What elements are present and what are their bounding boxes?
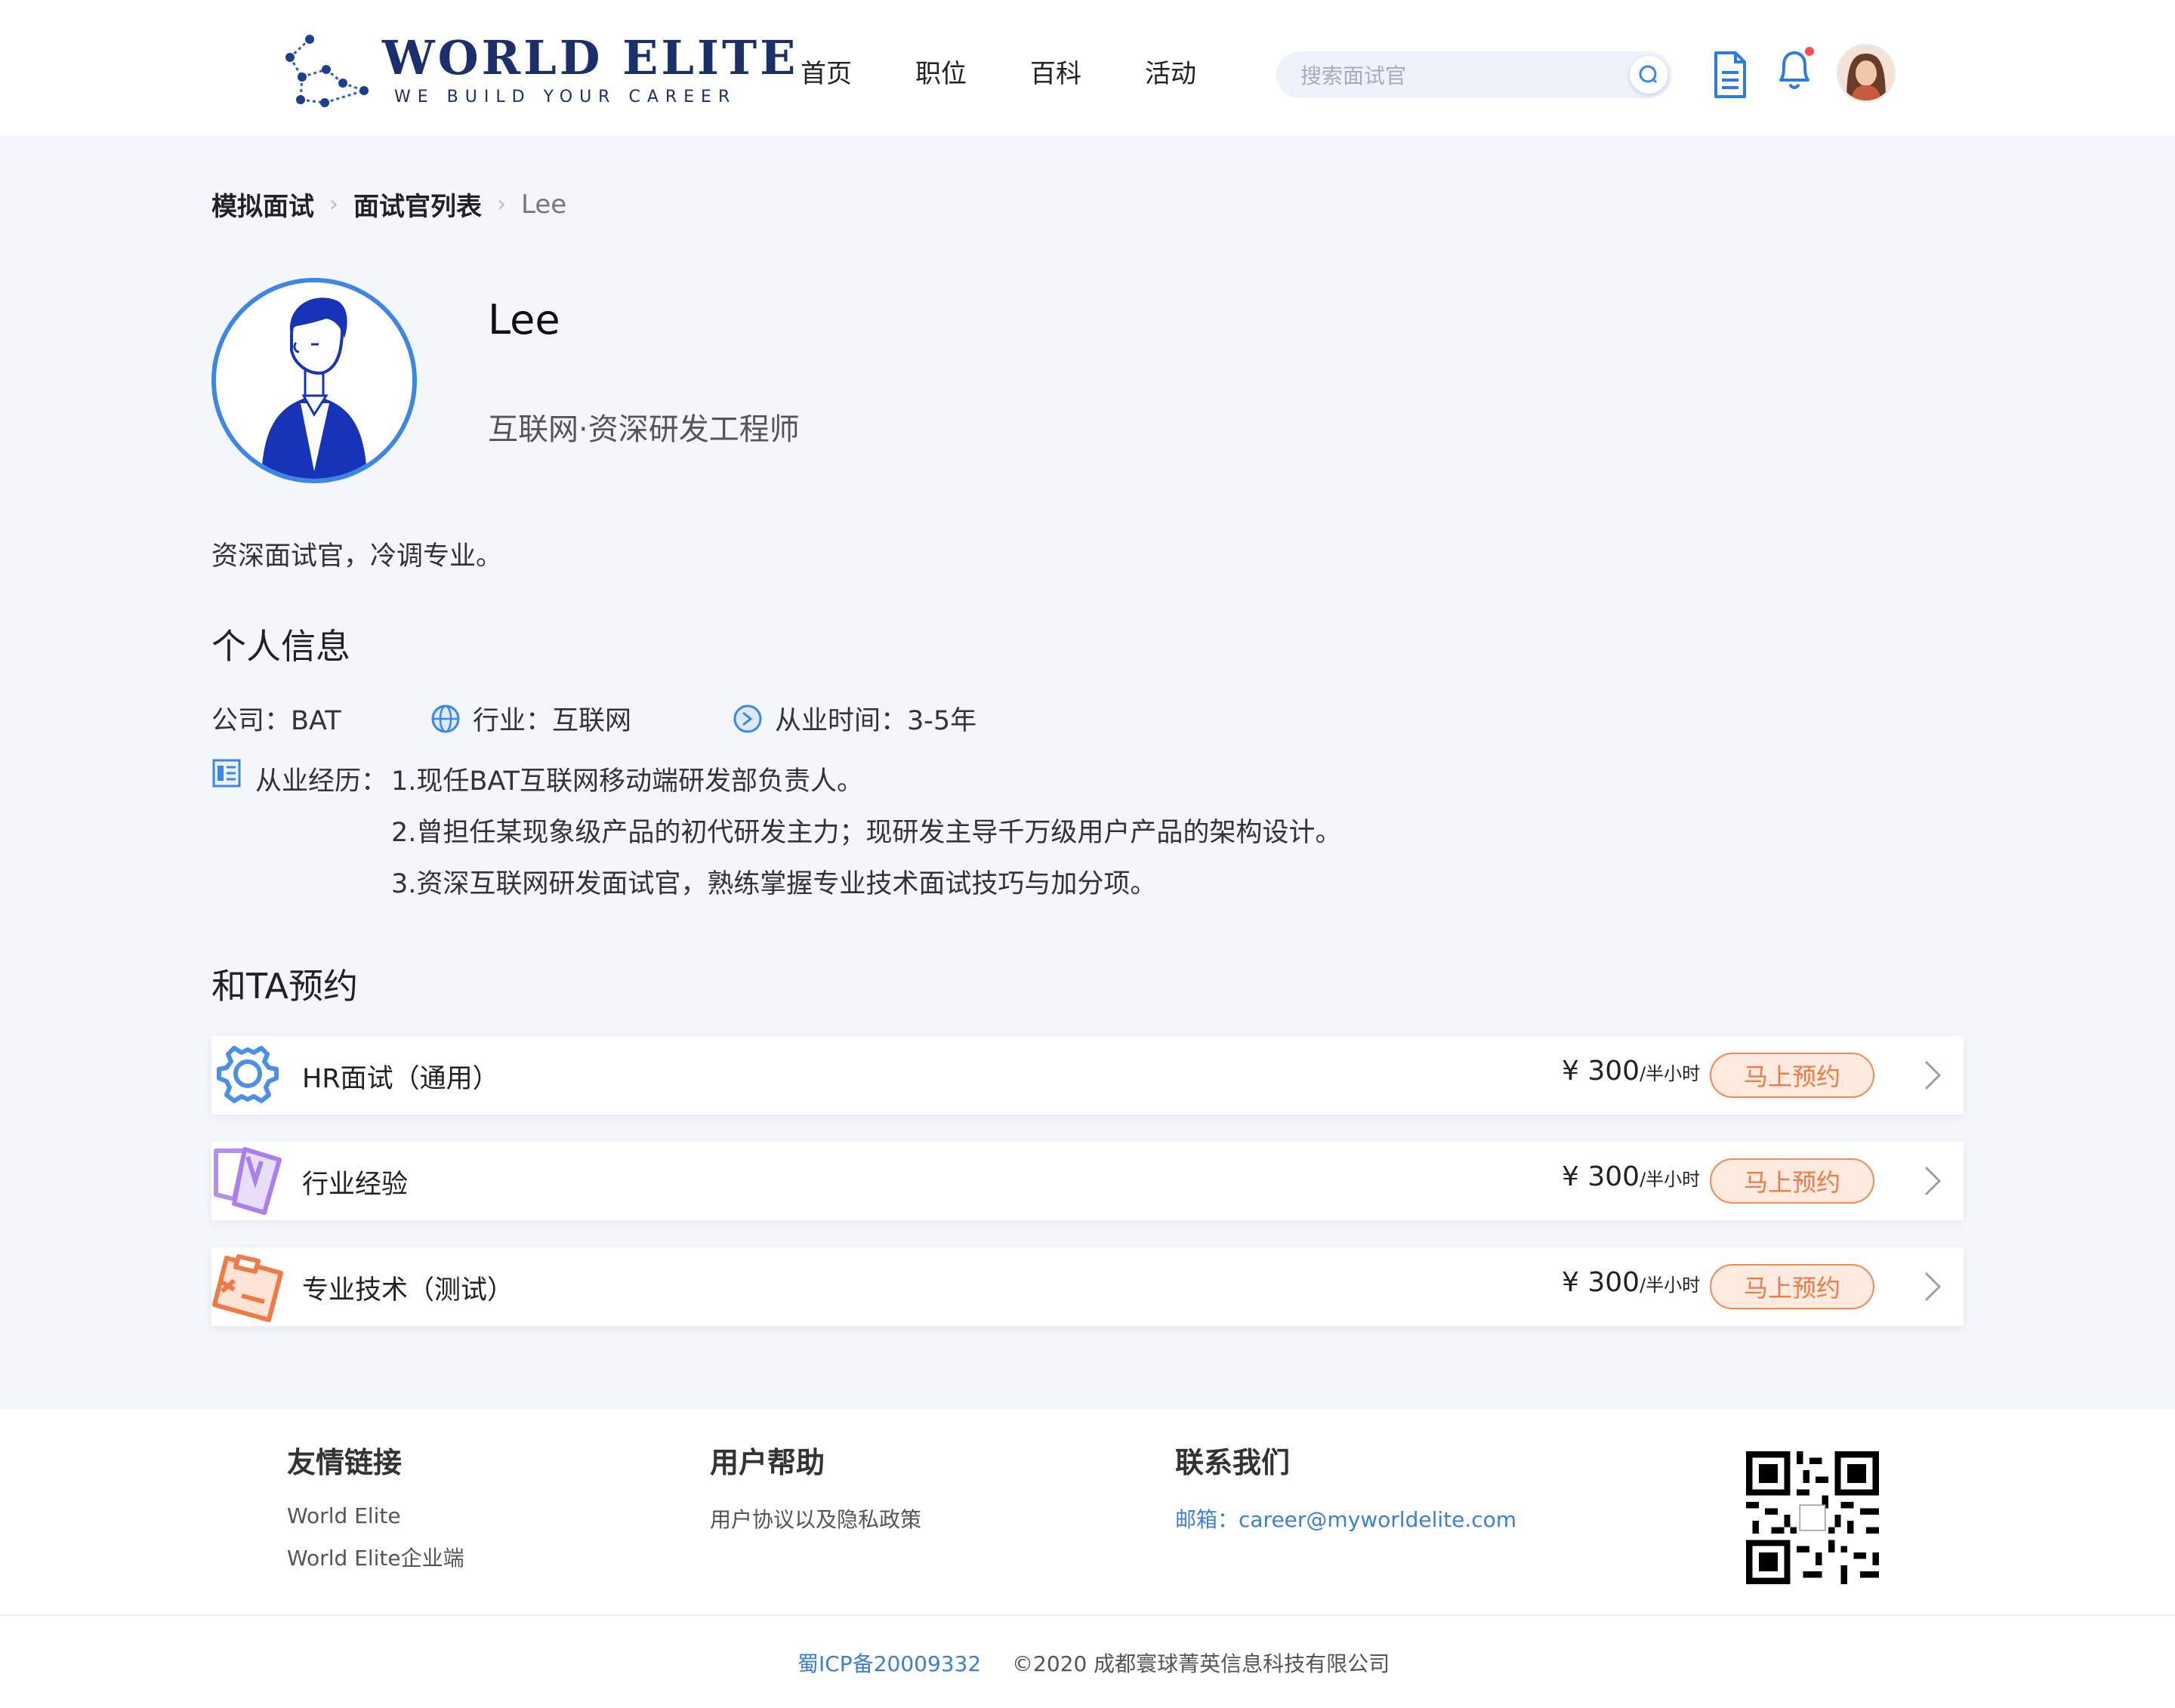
footer-email-link[interactable]: 邮箱：career@myworldelite.com	[1175, 1503, 1516, 1534]
breadcrumb-current: Lee	[521, 189, 567, 220]
personal-info-heading: 个人信息	[211, 626, 350, 667]
service-price: ¥ 300/半小时	[1562, 1267, 1700, 1298]
search-button[interactable]	[1630, 56, 1668, 94]
logo-subtitle: WE BUILD YOUR CAREER	[394, 88, 737, 106]
notification-bell-icon[interactable]	[1772, 45, 1817, 95]
footer-link-world-elite[interactable]: World Elite	[287, 1503, 464, 1528]
price-amount: ¥ 300	[1562, 1161, 1640, 1192]
service-price: ¥ 300/半小时	[1562, 1056, 1700, 1087]
breadcrumb-interviewer-list[interactable]: 面试官列表	[353, 186, 482, 223]
info-industry-item: 行业：互联网	[430, 699, 733, 738]
interviewer-name: Lee	[488, 296, 560, 344]
user-avatar-image	[1839, 46, 1893, 100]
interviewer-title: 互联网·资深研发工程师	[488, 412, 800, 447]
clock-icon	[733, 704, 762, 732]
resume-list-icon	[212, 759, 241, 788]
user-avatar[interactable]	[1837, 44, 1896, 103]
price-unit: /半小时	[1640, 1063, 1701, 1084]
info-years-item: 从业时间：3-5年	[733, 699, 976, 738]
footer-link-enterprise[interactable]: World Elite企业端	[287, 1542, 464, 1572]
gear-icon	[217, 1046, 279, 1103]
book-now-button[interactable]: 马上预约	[1710, 1053, 1874, 1098]
search-box	[1276, 51, 1672, 100]
footer-help-column: 用户帮助 用户协议以及隐私政策	[710, 1439, 921, 1547]
breadcrumb: 模拟面试 › 面试官列表 › Lee	[211, 186, 566, 223]
booking-heading: 和TA预约	[211, 966, 358, 1007]
book-now-button[interactable]: 马上预约	[1710, 1158, 1874, 1204]
search-icon	[1639, 65, 1658, 84]
chevron-right-icon[interactable]	[1923, 1059, 1942, 1092]
nav-jobs[interactable]: 职位	[915, 53, 1030, 90]
info-years: 从业时间：3-5年	[775, 706, 977, 736]
top-header: WORLD ELITE WE BUILD YOUR CAREER 首页 职位 百…	[0, 0, 2175, 136]
price-amount: ¥ 300	[1562, 1267, 1640, 1298]
footer-links-heading: 友情链接	[287, 1446, 403, 1479]
logo-title: WORLD ELITE	[382, 30, 799, 85]
service-name: HR面试（通用）	[302, 1064, 499, 1094]
copyright-text: ©2020 成都寰球菁英信息科技有限公司	[1012, 1651, 1390, 1676]
experience-line-1: 1.现任BAT互联网移动端研发部负责人。	[391, 766, 864, 797]
globe-icon	[431, 704, 460, 732]
book-now-button[interactable]: 马上预约	[1710, 1264, 1874, 1309]
price-amount: ¥ 300	[1562, 1056, 1640, 1087]
service-price: ¥ 300/半小时	[1562, 1161, 1700, 1192]
service-row-industry[interactable]: 行业经验 ¥ 300/半小时 马上预约	[211, 1142, 1964, 1220]
info-row: 公司：BAT 行业：互联网 从业时间：3-5年	[211, 699, 976, 738]
tag-icon	[214, 1147, 282, 1215]
document-icon[interactable]	[1707, 50, 1752, 100]
logo[interactable]: WORLD ELITE WE BUILD YOUR CAREER	[279, 30, 795, 113]
service-name: 行业经验	[302, 1170, 409, 1200]
qr-code-image	[1746, 1451, 1879, 1584]
footer-link-privacy[interactable]: 用户协议以及隐私政策	[710, 1503, 921, 1534]
chevron-right-icon[interactable]	[1923, 1270, 1942, 1303]
service-row-hr[interactable]: HR面试（通用） ¥ 300/半小时 马上预约	[211, 1036, 1964, 1115]
footer: 友情链接 World Elite World Elite企业端 用户帮助 用户协…	[0, 1409, 2175, 1708]
breadcrumb-mock-interview[interactable]: 模拟面试	[211, 186, 314, 223]
nav-wiki[interactable]: 百科	[1030, 53, 1145, 90]
info-industry: 行业：互联网	[473, 706, 632, 736]
interviewer-description: 资深面试官，冷调专业。	[211, 541, 503, 572]
footer-divider	[0, 1614, 2175, 1616]
chevron-right-icon[interactable]	[1923, 1164, 1942, 1198]
nav-home[interactable]: 首页	[801, 53, 915, 90]
notification-dot	[1805, 47, 1814, 56]
chevron-right-icon: ›	[329, 191, 338, 217]
price-unit: /半小时	[1640, 1169, 1701, 1190]
experience-label: 从业经历：	[255, 766, 388, 797]
footer-contact-column: 联系我们 邮箱：career@myworldelite.com	[1175, 1439, 1516, 1534]
logo-molecule-icon	[285, 35, 369, 107]
footer-help-heading: 用户帮助	[710, 1446, 825, 1479]
chevron-right-icon: ›	[497, 191, 506, 217]
footer-links-column: 友情链接 World Elite World Elite企业端	[287, 1439, 464, 1586]
service-name: 专业技术（测试）	[302, 1275, 514, 1306]
interviewer-avatar	[211, 278, 417, 483]
service-row-tech[interactable]: 专业技术（测试） ¥ 300/半小时 马上预约	[211, 1247, 1964, 1326]
search-input[interactable]	[1299, 51, 1604, 100]
info-company: 公司：BAT	[211, 706, 341, 736]
nav-events[interactable]: 活动	[1145, 53, 1260, 90]
icp-link[interactable]: 蜀ICP备20009332	[798, 1648, 981, 1678]
footer-contact-heading: 联系我们	[1175, 1446, 1291, 1479]
main-nav: 首页 职位 百科 活动	[801, 53, 1260, 90]
price-unit: /半小时	[1640, 1275, 1701, 1296]
interviewer-avatar-illustration	[216, 282, 412, 479]
experience-line-2: 2.曾担任某现象级产品的初代研发主力；现研发主导千万级用户产品的架构设计。	[391, 818, 1342, 848]
experience-line-3: 3.资深互联网研发面试官，熟练掌握专业技术面试技巧与加分项。	[391, 869, 1157, 899]
clipboard-icon	[212, 1254, 283, 1322]
